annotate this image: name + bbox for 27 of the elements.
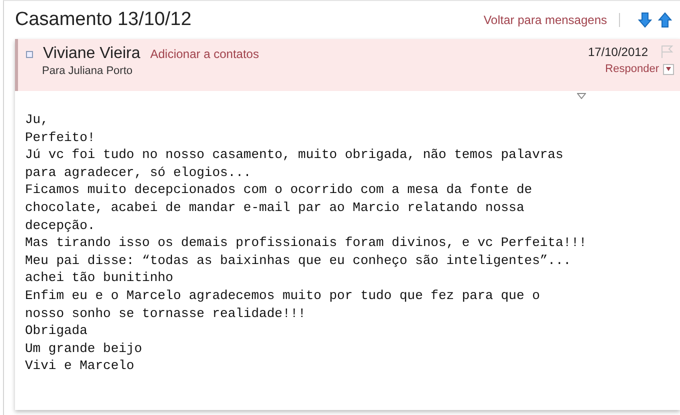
body-line: Enfim eu e o Marcelo agradecemos muito por tudo que fez para que o [25, 286, 541, 305]
body-line: Jú vc foi tudo no nosso casamento, muito obrigada, não temos palavras [25, 146, 564, 164]
back-link[interactable]: Voltar para mensagens [484, 13, 607, 27]
body-line: Obrigada [25, 322, 88, 340]
message-date: 17/10/2012 [588, 45, 648, 59]
add-contact-link[interactable]: Adicionar a contatos [150, 47, 259, 61]
body-line: Perfeito! [25, 128, 96, 146]
body-line: chocolate, acabei de mandar e-mail par ao Marcio relatando nossa [25, 198, 526, 217]
sender-name: Viviane Vieira [43, 45, 140, 63]
expand-triangle-icon[interactable] [577, 93, 586, 99]
body-line: Um grande beijo [25, 340, 144, 358]
up-arrow-icon[interactable] [658, 12, 672, 28]
body-line: decepção. [25, 216, 96, 234]
body-line: achei tão bunitinho [25, 269, 174, 287]
caret-icon [666, 67, 671, 71]
reply-button[interactable]: Responder [605, 63, 659, 75]
body-line: Ficamos muito decepcionados com o ocorrido com a mesa da fonte de [25, 181, 534, 199]
body-line: Meu pai disse: “todas as baixinhas que eu conheço são inteligentes”... [25, 252, 572, 270]
message-title: Casamento 13/10/12 [15, 9, 192, 31]
down-arrow-icon[interactable] [638, 12, 652, 28]
body-line: Ju, [25, 111, 50, 129]
body-line: Mas tirando isso os demais profissionais foram divinos, e vc Perfeita!!! [25, 234, 588, 252]
body-line: para agradecer, só elogios... [25, 164, 252, 182]
body-line: nosso sonho se tornasse realidade!!! [25, 304, 307, 322]
reply-dropdown[interactable] [663, 64, 674, 74]
recipient-text: Para Juliana Porto [42, 65, 134, 77]
body-line: Vivi e Marcelo [25, 357, 136, 375]
